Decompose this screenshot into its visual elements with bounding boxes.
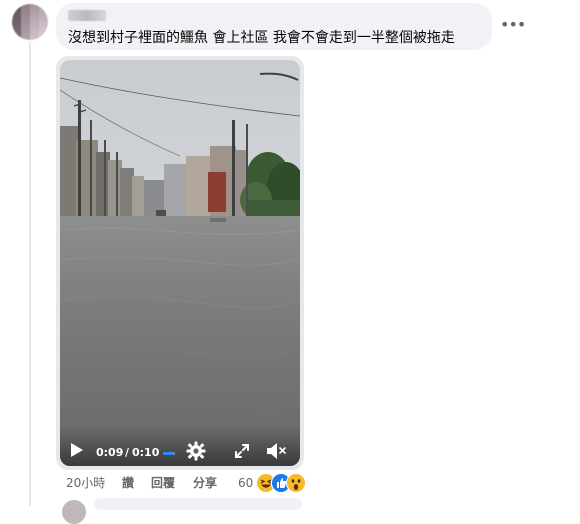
- thread-line: [29, 42, 31, 506]
- duration: 0:10: [132, 446, 160, 459]
- video-attachment[interactable]: 0:09 / 0:10: [56, 56, 304, 470]
- video-frame-image: [60, 60, 300, 466]
- more-horizontal-icon: •••: [500, 15, 526, 34]
- progress-fill: [163, 452, 174, 455]
- wow-icon: [286, 473, 306, 493]
- reaction-icons[interactable]: [256, 473, 308, 493]
- next-reply-avatar[interactable]: [62, 500, 86, 524]
- commenter-avatar[interactable]: [12, 4, 48, 40]
- share-link[interactable]: 分享: [193, 476, 217, 490]
- reaction-count[interactable]: 60: [238, 476, 253, 490]
- next-reply-bubble: [94, 498, 302, 510]
- comment-text: 沒想到村子裡面的鱷魚 會上社區 我會不會走到一半整個被拖走: [68, 30, 455, 46]
- video-player[interactable]: 0:09 / 0:10: [60, 60, 300, 466]
- time-separator: /: [125, 446, 130, 459]
- current-time: 0:09: [96, 446, 124, 459]
- fullscreen-icon[interactable]: [234, 443, 250, 459]
- more-options-button[interactable]: •••: [500, 17, 526, 33]
- commenter-name-blurred[interactable]: [68, 10, 106, 21]
- video-controls: 0:09 / 0:10: [60, 426, 300, 466]
- settings-gear-icon[interactable]: [186, 441, 206, 461]
- like-link[interactable]: 讚: [122, 476, 134, 490]
- progress-bar[interactable]: [163, 452, 175, 455]
- reply-link[interactable]: 回覆: [151, 476, 175, 490]
- play-icon[interactable]: [70, 442, 84, 458]
- mute-icon[interactable]: [266, 442, 288, 460]
- comment-time[interactable]: 20小時: [66, 476, 105, 490]
